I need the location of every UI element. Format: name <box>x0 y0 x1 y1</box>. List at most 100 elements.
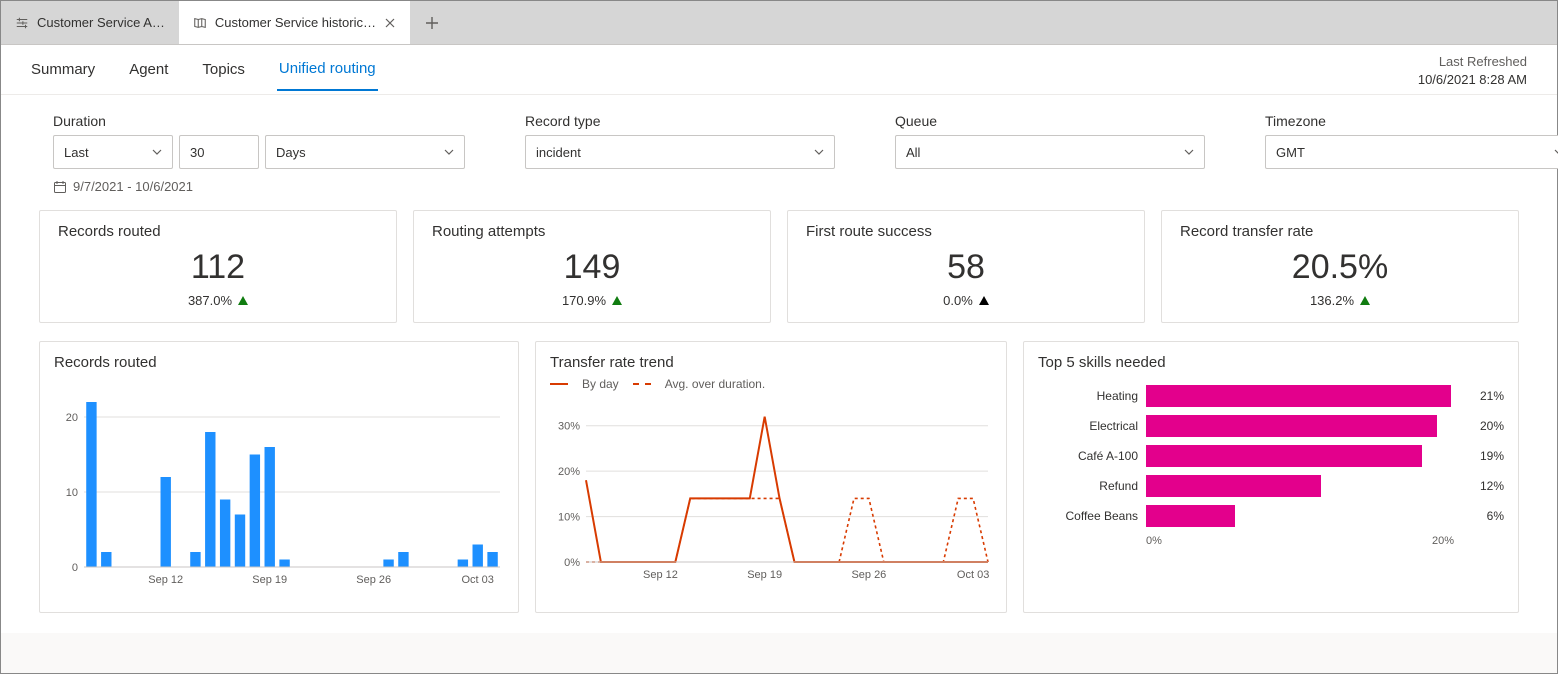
last-refreshed-label: Last Refreshed <box>1418 53 1527 71</box>
select-value: 30 <box>190 145 204 160</box>
tab-unified-routing[interactable]: Unified routing <box>277 48 378 91</box>
svg-text:Sep 19: Sep 19 <box>252 574 287 586</box>
select-value: incident <box>536 145 581 160</box>
kpi-title: Records routed <box>58 223 378 240</box>
chevron-down-icon <box>1184 147 1194 157</box>
skill-bar <box>1146 505 1235 527</box>
window-tab[interactable]: Customer Service historic… <box>179 1 410 44</box>
kpi-delta: 0.0% <box>806 293 1126 308</box>
legend-dash-icon <box>633 383 651 385</box>
filter-label: Queue <box>895 113 1205 129</box>
select-value: GMT <box>1276 145 1305 160</box>
report-tab-nav: Summary Agent Topics Unified routing Las… <box>1 45 1557 95</box>
trend-up-icon <box>979 296 989 305</box>
skill-label: Heating <box>1038 389 1138 403</box>
kpi-value: 112 <box>58 248 378 287</box>
kpi-delta: 387.0% <box>58 293 378 308</box>
plus-icon <box>425 16 439 30</box>
tab-topics[interactable]: Topics <box>200 49 247 90</box>
svg-text:Oct 03: Oct 03 <box>957 569 989 581</box>
kpi-delta: 170.9% <box>432 293 752 308</box>
svg-text:Sep 12: Sep 12 <box>148 574 183 586</box>
chart-title: Top 5 skills needed <box>1038 354 1504 371</box>
kpi-delta-text: 170.9% <box>562 293 606 308</box>
skill-row: Refund 12% <box>1038 471 1504 501</box>
duration-mode-select[interactable]: Last <box>53 135 173 169</box>
legend-label: By day <box>582 377 619 391</box>
date-range-text: 9/7/2021 - 10/6/2021 <box>73 179 193 194</box>
date-range: 9/7/2021 - 10/6/2021 <box>1 175 1557 204</box>
skill-label: Café A-100 <box>1038 449 1138 463</box>
chevron-down-icon <box>444 147 454 157</box>
skill-row: Coffee Beans 6% <box>1038 501 1504 531</box>
chevron-down-icon <box>152 147 162 157</box>
svg-text:20: 20 <box>66 412 78 424</box>
charts-row: Records routed 0 10 20 Sep 12 Sep 19 Sep 26 Oc… <box>39 341 1519 613</box>
filter-timezone: Timezone GMT <box>1265 113 1558 169</box>
skill-bar <box>1146 445 1422 467</box>
chart-records-routed: Records routed 01020Sep 12Sep 19Sep 26Oc… <box>39 341 519 613</box>
kpi-value: 20.5% <box>1180 248 1500 287</box>
timezone-select[interactable]: GMT <box>1265 135 1558 169</box>
calendar-icon <box>53 180 67 194</box>
trend-up-icon <box>1360 296 1370 305</box>
last-refreshed: Last Refreshed 10/6/2021 8:28 AM <box>1418 53 1527 88</box>
queue-select[interactable]: All <box>895 135 1205 169</box>
svg-text:Sep 26: Sep 26 <box>851 569 886 581</box>
chart-title: Transfer rate trend <box>550 354 992 371</box>
window-tab-bar: Customer Service A… Customer Service his… <box>1 1 1557 45</box>
kpi-title: First route success <box>806 223 1126 240</box>
window-tab-label: Customer Service historic… <box>215 15 376 30</box>
kpi-delta: 136.2% <box>1180 293 1500 308</box>
svg-text:10: 10 <box>66 487 78 499</box>
svg-text:0: 0 <box>72 562 78 574</box>
chart-title: Records routed <box>54 354 504 371</box>
kpi-card-records-routed: Records routed 112 387.0% <box>39 210 397 323</box>
kpi-delta-text: 387.0% <box>188 293 232 308</box>
kpi-card-first-route-success: First route success 58 0.0% <box>787 210 1145 323</box>
tab-summary[interactable]: Summary <box>29 49 97 90</box>
chart-top-skills: Top 5 skills needed Heating 21% Electric… <box>1023 341 1519 613</box>
window-tab[interactable]: Customer Service A… <box>1 1 179 44</box>
skills-bar-list: Heating 21% Electrical 20% Café A-100 19… <box>1038 381 1504 547</box>
kpi-card-record-transfer-rate: Record transfer rate 20.5% 136.2% <box>1161 210 1519 323</box>
filter-queue: Queue All <box>895 113 1205 169</box>
select-value: Days <box>276 145 306 160</box>
bar-chart-svg: 01020Sep 12Sep 19Sep 26Oct 03 <box>54 377 506 597</box>
skill-bar <box>1146 385 1451 407</box>
skill-bar-track <box>1146 445 1466 467</box>
skill-value: 20% <box>1480 419 1504 433</box>
kpi-value: 149 <box>432 248 752 287</box>
dashboard-content: Records routed 112 387.0% Routing attemp… <box>1 204 1557 633</box>
close-icon[interactable] <box>384 17 396 29</box>
legend-label: Avg. over duration. <box>665 377 766 391</box>
last-refreshed-value: 10/6/2021 8:28 AM <box>1418 71 1527 89</box>
svg-text:0%: 0% <box>564 557 580 569</box>
tab-agent[interactable]: Agent <box>127 49 170 90</box>
filter-record-type: Record type incident <box>525 113 835 169</box>
skill-bar-track <box>1146 385 1466 407</box>
skill-value: 12% <box>1480 479 1504 493</box>
skill-label: Coffee Beans <box>1038 509 1138 523</box>
line-chart-svg: 0%10%20%30%Sep 12Sep 19Sep 26Oct 03 <box>550 395 994 590</box>
skill-label: Electrical <box>1038 419 1138 433</box>
skill-row: Electrical 20% <box>1038 411 1504 441</box>
filter-bar: Duration Last 30 Days Record type incide… <box>1 95 1557 175</box>
trend-up-icon <box>612 296 622 305</box>
record-type-select[interactable]: incident <box>525 135 835 169</box>
duration-unit-select[interactable]: Days <box>265 135 465 169</box>
kpi-delta-text: 136.2% <box>1310 293 1354 308</box>
skill-bar <box>1146 475 1321 497</box>
skill-value: 19% <box>1480 449 1504 463</box>
window-tab-label: Customer Service A… <box>37 15 165 30</box>
skill-bar <box>1146 415 1437 437</box>
chevron-down-icon <box>814 147 824 157</box>
legend-line-icon <box>550 383 568 385</box>
svg-text:Oct 03: Oct 03 <box>462 574 494 586</box>
add-tab-button[interactable] <box>410 1 454 44</box>
sliders-icon <box>15 16 29 30</box>
skill-bar-track <box>1146 415 1466 437</box>
kpi-card-routing-attempts: Routing attempts 149 170.9% <box>413 210 771 323</box>
duration-value-input[interactable]: 30 <box>179 135 259 169</box>
kpi-row: Records routed 112 387.0% Routing attemp… <box>39 210 1519 323</box>
